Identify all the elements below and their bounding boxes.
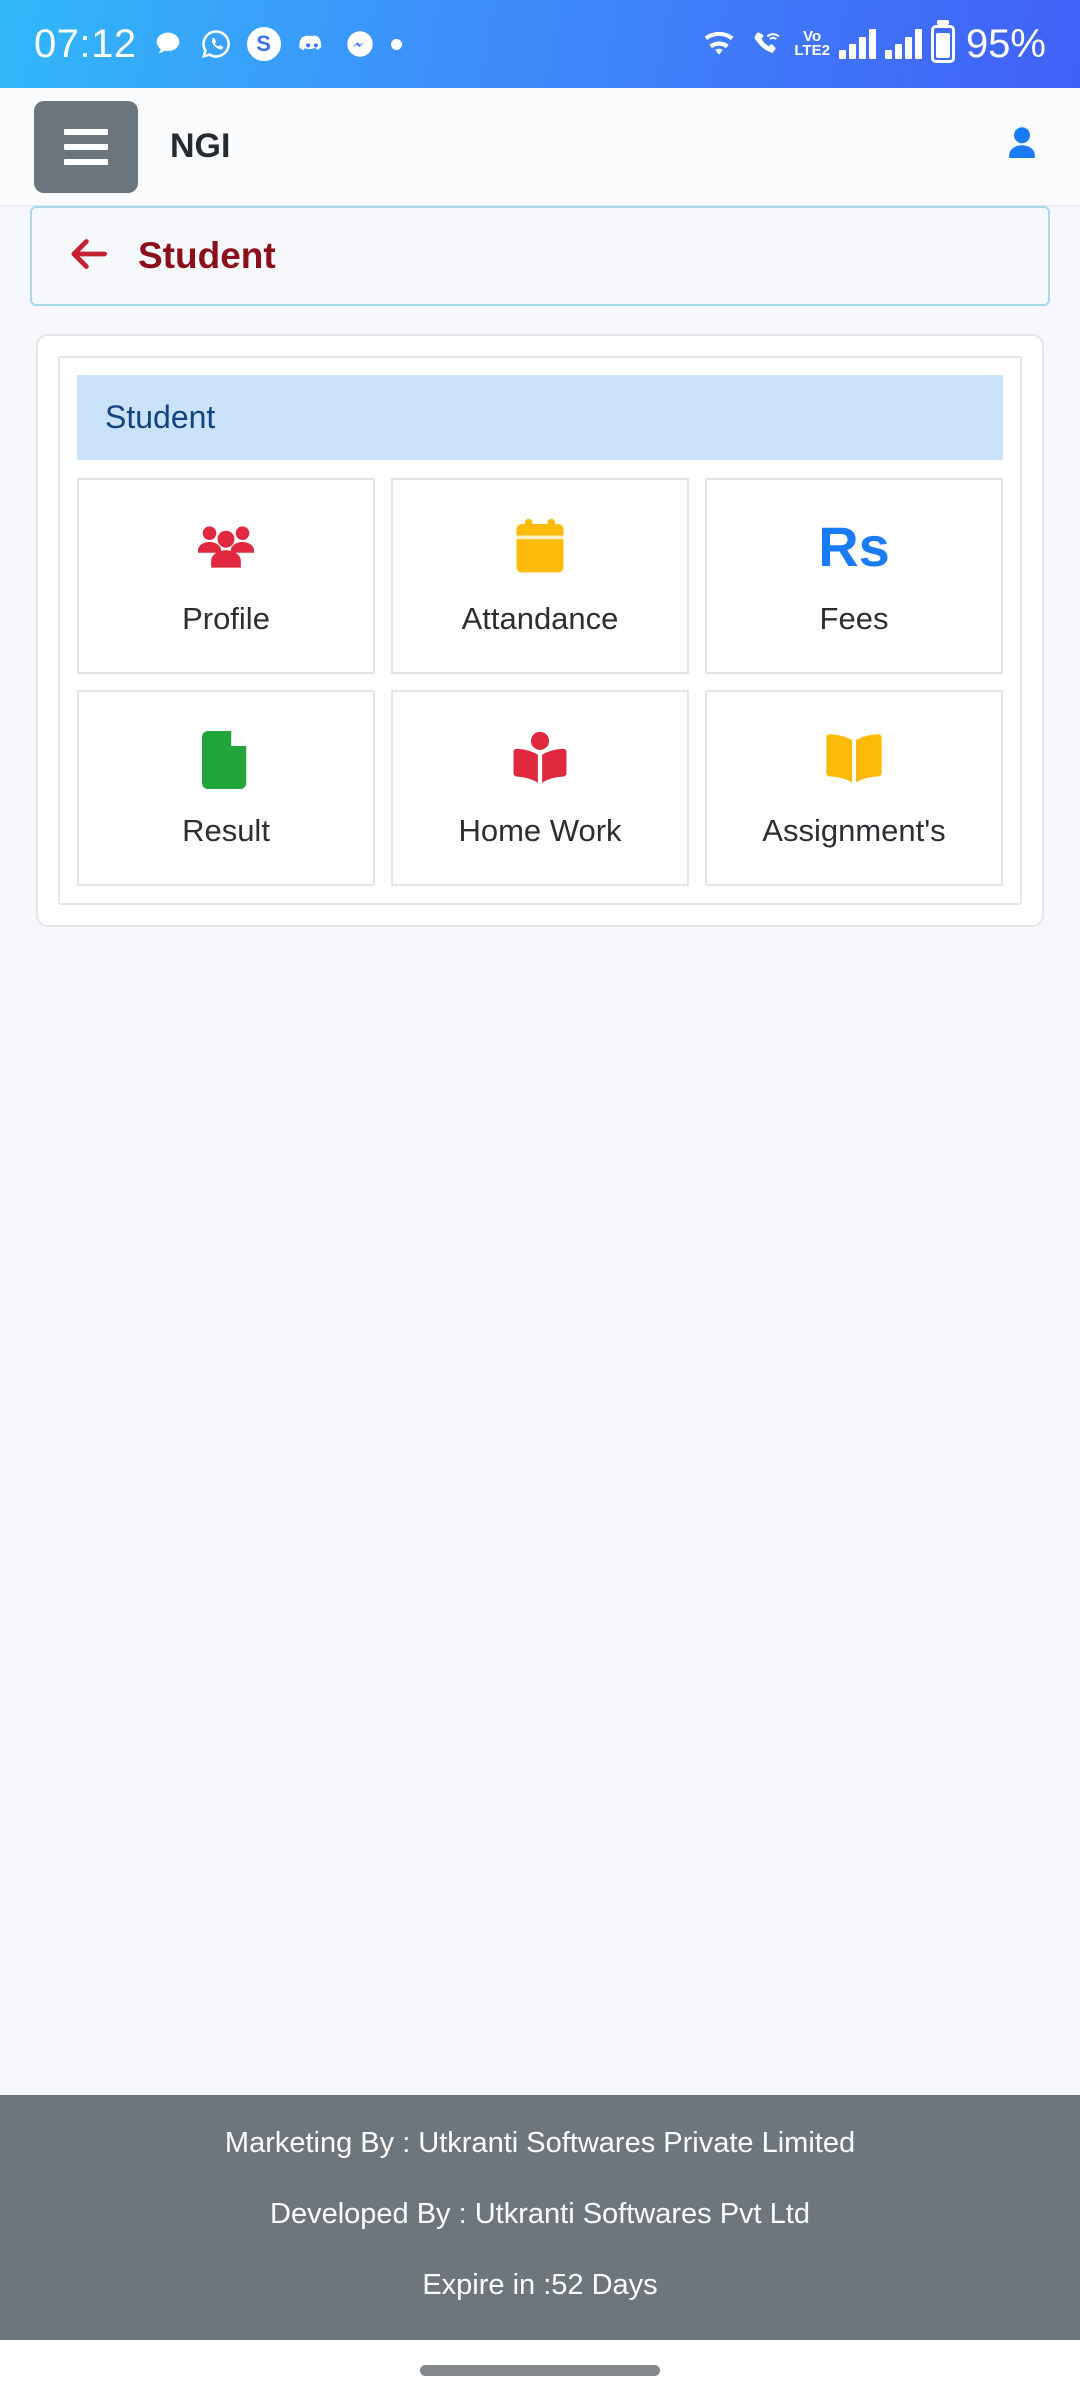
tile-result[interactable]: Result: [77, 690, 375, 886]
system-gesture-bar: [0, 2340, 1080, 2400]
tile-attandance[interactable]: Attandance: [391, 478, 689, 674]
arrow-left-icon[interactable]: [64, 232, 114, 281]
call-wifi-icon: [747, 27, 785, 61]
reading-person-icon: [509, 727, 571, 791]
wifi-icon: [700, 27, 738, 61]
document-page-icon: [201, 727, 251, 791]
tile-profile[interactable]: Profile: [77, 478, 375, 674]
footer-developed-line: Developed By : Utkranti Softwares Pvt Lt…: [270, 2198, 810, 2230]
student-card-inner: Student Profile Attandance Rs Fees Resul…: [58, 356, 1022, 905]
tile-label: Result: [182, 813, 270, 848]
section-header-student: Student: [77, 375, 1003, 460]
battery-percent-label: 95%: [965, 21, 1046, 66]
student-menu-grid: Profile Attandance Rs Fees Result Home W…: [77, 478, 1003, 886]
app-bar: NGI: [0, 88, 1080, 206]
status-bar-right: Vo LTE2 95%: [700, 22, 1046, 67]
student-card-outer: Student Profile Attandance Rs Fees Resul…: [36, 334, 1044, 927]
back-bar-title: Student: [138, 235, 276, 276]
back-bar-wrapper: Student: [0, 206, 1080, 306]
status-bar-left: 07:12 S: [34, 22, 402, 67]
rupee-glyph: Rs: [818, 515, 890, 578]
tile-home-work[interactable]: Home Work: [391, 690, 689, 886]
home-gesture-pill[interactable]: [420, 2364, 660, 2376]
footer-marketing-line: Marketing By : Utkranti Softwares Privat…: [224, 2127, 856, 2159]
signal-bars-sim1-icon: [838, 29, 876, 59]
status-clock: 07:12: [34, 21, 137, 66]
signal-bars-sim2-icon: [884, 29, 922, 59]
tile-label: Attandance: [461, 601, 619, 636]
content-spacer: [0, 927, 1080, 2095]
tile-assignments[interactable]: Assignment's: [705, 690, 1003, 886]
phone-screen: 07:12 S Vo LTE2 95% NGI Student Student …: [0, 0, 1080, 2400]
battery-icon: [930, 25, 955, 63]
more-dot-icon: [390, 38, 402, 50]
tile-label: Fees: [819, 601, 889, 636]
rupee-icon: Rs: [818, 515, 890, 579]
discord-icon: [295, 27, 329, 61]
footer: Marketing By : Utkranti Softwares Privat…: [0, 2095, 1080, 2340]
messenger-icon: [343, 27, 377, 61]
whatsapp-icon: [199, 27, 233, 61]
back-bar[interactable]: Student: [30, 206, 1050, 306]
account-person-icon[interactable]: [998, 120, 1046, 173]
app-title: NGI: [170, 127, 231, 165]
tile-label: Home Work: [458, 813, 622, 848]
people-group-icon: [193, 515, 259, 579]
footer-expiry-line: Expire in :52 Days: [422, 2269, 658, 2301]
skype-icon: S: [246, 27, 281, 61]
tile-label: Assignment's: [762, 813, 946, 848]
calendar-icon: [512, 515, 568, 579]
tile-label: Profile: [182, 601, 270, 636]
status-bar: 07:12 S Vo LTE2 95%: [0, 0, 1080, 88]
messages-icon: [151, 27, 185, 61]
tile-fees[interactable]: Rs Fees: [705, 478, 1003, 674]
volte-icon: Vo LTE2: [794, 27, 830, 59]
open-book-icon: [823, 727, 885, 791]
hamburger-menu-icon[interactable]: [34, 100, 138, 193]
